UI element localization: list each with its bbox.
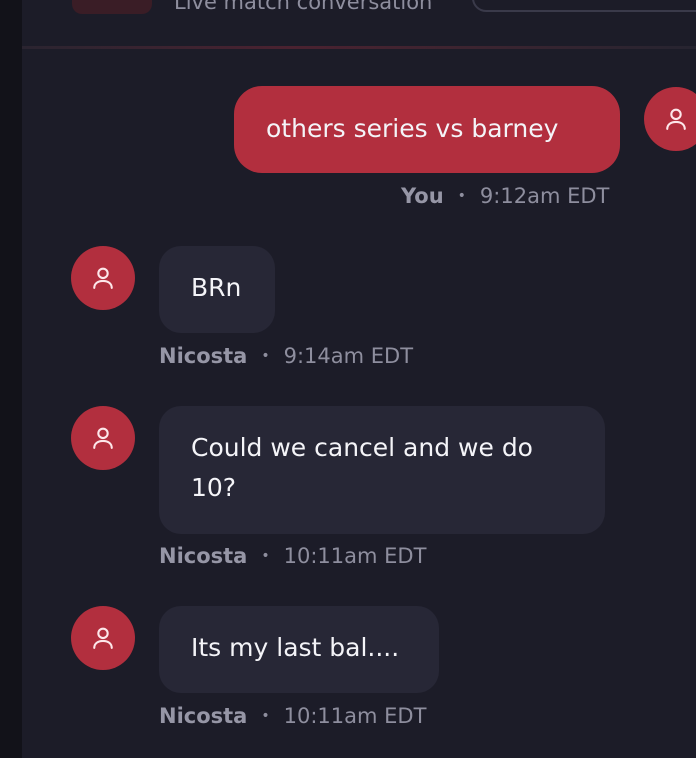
header-divider: [22, 46, 696, 49]
message-meta: Nicosta • 9:14am EDT: [159, 344, 413, 368]
message-text: Its my last bal....: [191, 633, 400, 662]
meta-separator: •: [457, 188, 466, 204]
message-bubble: Could we cancel and we do 10?: [159, 406, 605, 534]
avatar[interactable]: [71, 246, 135, 310]
message-author: Nicosta: [159, 704, 248, 728]
avatar[interactable]: [71, 406, 135, 470]
message-bubble: Its my last bal....: [159, 606, 439, 693]
chat-header: Live match conversation: [22, 0, 696, 50]
avatar[interactable]: [644, 87, 696, 151]
message-bubble-own: others series vs barney: [234, 86, 620, 173]
meta-separator: •: [261, 348, 270, 364]
user-icon: [93, 267, 113, 289]
message-time: 9:12am EDT: [479, 184, 610, 208]
message-time: 10:11am EDT: [283, 704, 427, 728]
header-subtitle: Live match conversation: [174, 0, 433, 14]
header-avatar: [72, 0, 152, 14]
message-time: 10:11am EDT: [283, 544, 427, 568]
avatar[interactable]: [71, 606, 135, 670]
message-meta: You • 9:12am EDT: [401, 184, 609, 208]
message-text: others series vs barney: [266, 114, 559, 143]
meta-separator: •: [261, 708, 270, 724]
meta-separator: •: [261, 548, 270, 564]
user-icon: [93, 427, 113, 449]
message-text: BRn: [191, 273, 242, 302]
message-author: Nicosta: [159, 544, 248, 568]
message-meta: Nicosta • 10:11am EDT: [159, 704, 426, 728]
chat-page: Live match conversation others series vs…: [0, 0, 696, 758]
message-bubble: BRn: [159, 246, 275, 333]
message-author: Nicosta: [159, 344, 248, 368]
message-author: You: [401, 184, 444, 208]
left-sidebar-edge: [0, 0, 22, 758]
message-text: Could we cancel and we do 10?: [191, 433, 533, 502]
user-icon: [93, 627, 113, 649]
header-action-button[interactable]: [472, 0, 696, 12]
message-time: 9:14am EDT: [283, 344, 414, 368]
message-meta: Nicosta • 10:11am EDT: [159, 544, 426, 568]
user-icon: [666, 108, 686, 130]
